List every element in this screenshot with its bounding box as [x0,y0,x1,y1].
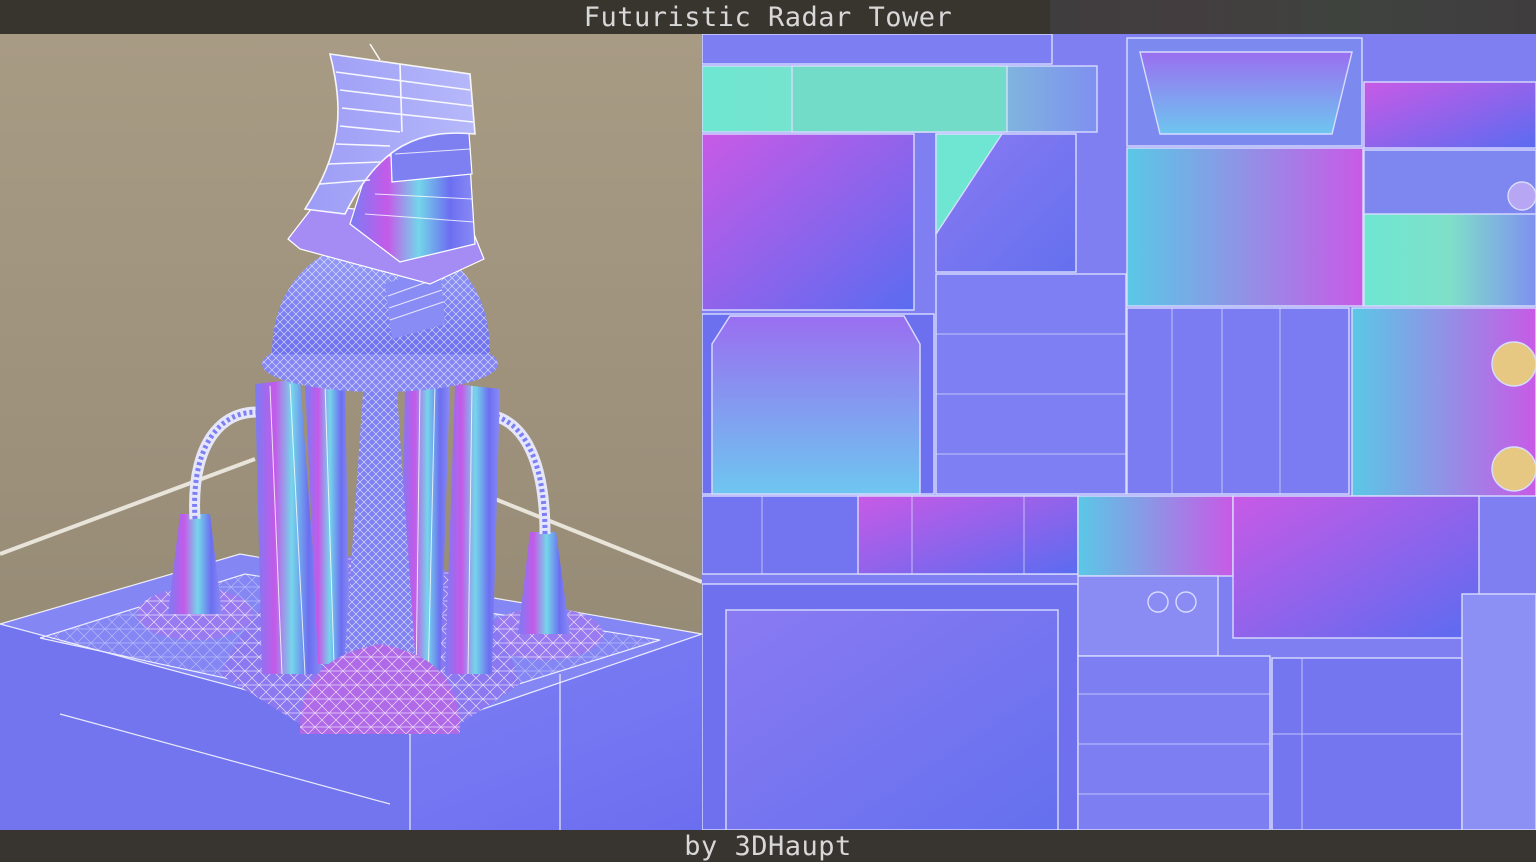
normal-map-texture-sheet [702,34,1536,830]
wireframe-viewport [0,34,702,830]
video-title: Futuristic Radar Tower [583,1,953,33]
title-bar: Futuristic Radar Tower [0,0,1536,34]
uv-texture-atlas [702,34,1536,830]
author-credit: by 3DHaupt [684,830,852,862]
credit-bar: by 3DHaupt [0,830,1536,862]
radar-tower-wireframe-render [0,43,702,830]
